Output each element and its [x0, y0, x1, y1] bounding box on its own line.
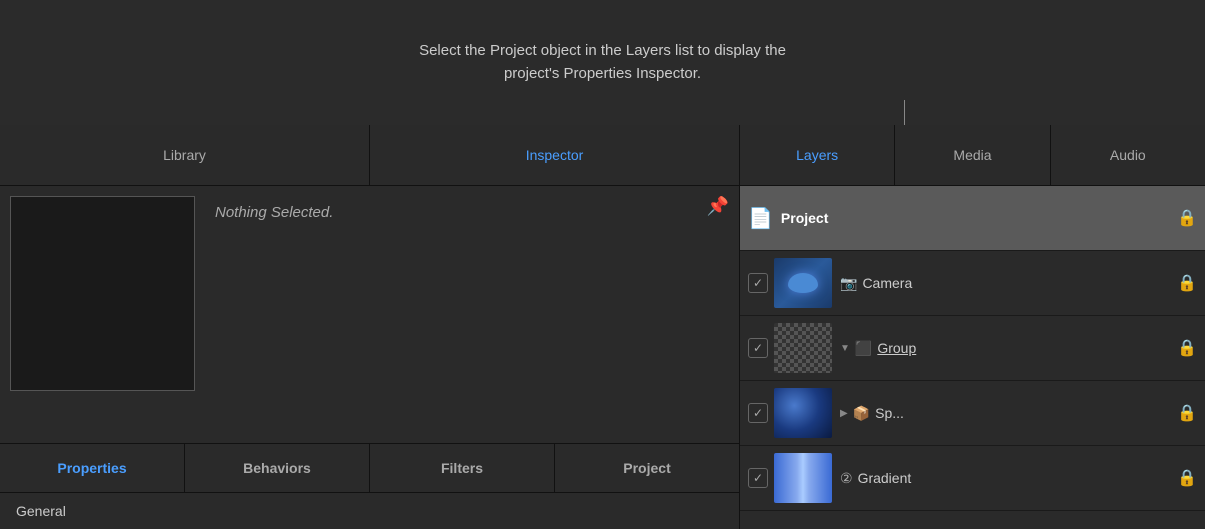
gradient-layer-name: Gradient	[858, 470, 912, 486]
tab-filters[interactable]: Filters	[370, 444, 555, 492]
gradient-layer-info: ② Gradient 🔒	[840, 468, 1197, 488]
right-tab-bar: Layers Media Audio	[740, 125, 1205, 186]
layers-list: 📄 Project 🔒 📷 Camera 🔒	[740, 186, 1205, 529]
tab-project[interactable]: Project	[555, 444, 739, 492]
camera-type-icon: 📷	[840, 275, 857, 292]
sphere-thumb-visual	[774, 388, 832, 438]
layer-row-project[interactable]: 📄 Project 🔒	[740, 186, 1205, 251]
tab-audio[interactable]: Audio	[1051, 125, 1205, 185]
project-lock-icon[interactable]: 🔒	[1177, 208, 1197, 228]
group-layer-info: ▼ ⬛ Group 🔒	[840, 338, 1197, 358]
gradient-thumbnail	[774, 453, 832, 503]
inspector-area: Nothing Selected. 📌	[0, 186, 739, 443]
inspector-content: Nothing Selected. 📌	[205, 186, 739, 443]
tab-library[interactable]: Library	[0, 125, 370, 185]
sphere-lock-icon[interactable]: 🔒	[1177, 403, 1197, 423]
project-file-icon: 📄	[748, 206, 773, 231]
camera-thumbnail	[774, 258, 832, 308]
group-lock-icon[interactable]: 🔒	[1177, 338, 1197, 358]
layer-row-camera[interactable]: 📷 Camera 🔒	[740, 251, 1205, 316]
nothing-selected-label: Nothing Selected.	[215, 204, 729, 221]
layer-row-gradient[interactable]: ② Gradient 🔒	[740, 446, 1205, 511]
tab-inspector[interactable]: Inspector	[370, 125, 739, 185]
gradient-thumb-visual	[774, 453, 832, 503]
left-panel: Library Inspector Nothing Selected. 📌 Pr…	[0, 125, 740, 529]
tooltip-text: Select the Project object in the Layers …	[413, 40, 793, 85]
camera-checkbox[interactable]	[748, 273, 768, 293]
sphere-layer-name: Sp...	[875, 405, 904, 421]
sphere-thumbnail	[774, 388, 832, 438]
camera-layer-info: 📷 Camera 🔒	[840, 273, 1197, 293]
group-layer-name: Group	[877, 340, 916, 356]
general-section: General	[0, 493, 739, 529]
left-tab-bar: Library Inspector	[0, 125, 739, 186]
gradient-lock-icon[interactable]: 🔒	[1177, 468, 1197, 488]
main-container: Library Inspector Nothing Selected. 📌 Pr…	[0, 125, 1205, 529]
project-layer-name: Project	[781, 210, 1177, 226]
camera-thumb-visual	[774, 258, 832, 308]
sphere-checkbox[interactable]	[748, 403, 768, 423]
layer-row-group[interactable]: ▼ ⬛ Group 🔒	[740, 316, 1205, 381]
sphere-layer-info: ▶ 📦 Sp... 🔒	[840, 403, 1197, 423]
group-checkbox[interactable]	[748, 338, 768, 358]
group-thumb-visual	[774, 323, 832, 373]
layer-row-sphere[interactable]: ▶ 📦 Sp... 🔒	[740, 381, 1205, 446]
right-panel: Layers Media Audio 📄 Project 🔒	[740, 125, 1205, 529]
sphere-expand-icon[interactable]: ▶	[840, 408, 848, 419]
preview-box	[10, 196, 195, 391]
sphere-type-icon: 📦	[853, 405, 870, 422]
gradient-type-icon: ②	[840, 470, 853, 487]
bottom-tab-bar: Properties Behaviors Filters Project	[0, 443, 739, 493]
tab-layers[interactable]: Layers	[740, 125, 895, 185]
camera-lock-icon[interactable]: 🔒	[1177, 273, 1197, 293]
group-thumbnail	[774, 323, 832, 373]
group-expand-icon[interactable]: ▼	[840, 343, 850, 354]
tab-media[interactable]: Media	[895, 125, 1050, 185]
tab-properties[interactable]: Properties	[0, 444, 185, 492]
pin-icon[interactable]: 📌	[707, 196, 729, 217]
tooltip-area: Select the Project object in the Layers …	[0, 0, 1205, 125]
tab-behaviors[interactable]: Behaviors	[185, 444, 370, 492]
gradient-checkbox[interactable]	[748, 468, 768, 488]
group-type-icon: ⬛	[855, 340, 872, 357]
camera-layer-name: Camera	[862, 275, 912, 291]
